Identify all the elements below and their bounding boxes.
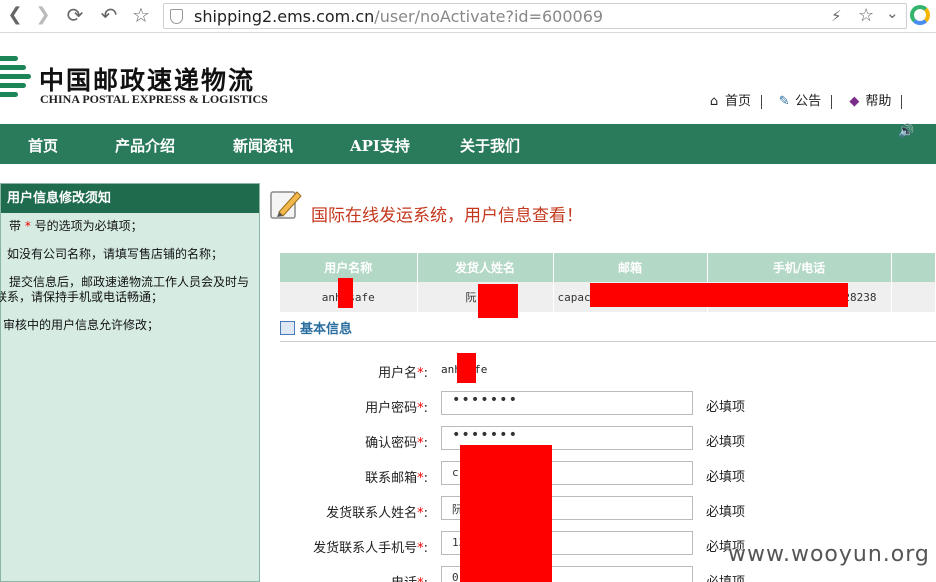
label-colon: :	[423, 541, 428, 556]
top-link-label: 首页	[725, 94, 752, 109]
undo-icon[interactable]: ↶	[98, 4, 120, 26]
top-links: ⌂ 首页 ✎ 公告 ◆ 帮助	[706, 90, 912, 109]
col-phone: 手机/电话	[707, 253, 892, 282]
form-row-username: 用户名*: anh afe	[268, 356, 936, 384]
main-content: 国际在线发运系统，用户信息查看！ 用户名称 发货人姓名 邮箱 手机/电话 anh…	[268, 183, 936, 582]
email-label: 联系邮箱*:	[365, 467, 428, 486]
col-extra	[891, 253, 936, 282]
note-text: 号的选项为必填项；	[30, 219, 143, 233]
forward-icon[interactable]: ❯	[32, 4, 54, 26]
sidebar-note-company: 如没有公司名称，请填写售店铺的名称；	[7, 247, 224, 261]
password-note: 必填项	[706, 400, 746, 415]
shield-icon	[170, 9, 183, 24]
info-book-icon	[280, 321, 295, 335]
sidebar-title: 用户信息修改须知	[1, 184, 259, 213]
form-row-password: 用户密码*: ••••••• 必填项	[268, 391, 936, 419]
sidebar-note-submit-b: 联系，请保持手机或电话畅通；	[0, 290, 164, 304]
nav-about[interactable]: 关于我们	[460, 135, 520, 156]
url-path: /user/noActivate?id=600069	[374, 7, 604, 26]
form-row-email: 联系邮箱*: c safe.com 必填项	[268, 461, 936, 489]
nav-home[interactable]: 首页	[28, 135, 58, 156]
label-text: 电话	[391, 576, 417, 582]
confirm-password-note: 必填项	[706, 435, 746, 450]
logo-english-text: CHINA POSTAL EXPRESS & LOGISTICS	[40, 92, 268, 106]
password-label: 用户密码*:	[365, 397, 428, 416]
phone-label: 电话*:	[391, 572, 428, 582]
address-bar[interactable]: shipping2.ems.com.cn/user/noActivate?id=…	[163, 3, 907, 29]
note-text: 带	[9, 219, 25, 233]
label-text: 用户密码	[365, 401, 418, 416]
back-icon[interactable]: ❮	[4, 4, 26, 26]
speaker-icon[interactable]: 🔊	[898, 124, 914, 139]
home-icon: ⌂	[709, 94, 719, 109]
label-text: 联系邮箱	[365, 471, 418, 486]
nav-products[interactable]: 产品介绍	[115, 135, 175, 156]
confirm-password-label: 确认密码*:	[365, 432, 428, 451]
nav-api[interactable]: API支持	[350, 135, 410, 156]
extension-icon[interactable]	[910, 5, 930, 25]
top-link-label: 公告	[795, 94, 822, 109]
label-colon: :	[423, 436, 428, 451]
form-row-shipper-name: 发货联系人姓名*: 阮 必填项	[268, 496, 936, 524]
top-link-home[interactable]: ⌂ 首页	[706, 90, 751, 109]
sidebar-note-review: 审核中的用户信息允许修改；	[3, 318, 160, 332]
lightning-icon[interactable]: ⚡	[831, 7, 842, 25]
bookmark-icon[interactable]: ☆	[130, 4, 152, 26]
section-divider	[280, 341, 936, 342]
sidebar-note-required: 带 * 号的选项为必填项；	[9, 217, 143, 234]
top-link-help[interactable]: ◆ 帮助	[846, 90, 891, 109]
label-text: 发货联系人姓名	[326, 506, 418, 521]
label-colon: :	[423, 366, 428, 381]
ems-logo-icon	[0, 56, 32, 102]
edit-document-icon	[270, 191, 302, 219]
star-icon[interactable]: ☆	[858, 5, 874, 26]
redaction-block	[457, 353, 476, 383]
label-colon: :	[423, 401, 428, 416]
shipper-name-note: 必填项	[706, 505, 746, 520]
redaction-block	[460, 445, 552, 582]
redaction-block	[590, 283, 848, 307]
sidebar-notice-panel: 用户信息修改须知 带 * 号的选项为必填项； 如没有公司名称，请填写售店铺的名称…	[0, 183, 260, 582]
watermark: www.wooyun.org	[728, 542, 930, 567]
url-host: shipping2.ems.com.cn	[194, 7, 375, 26]
main-nav: 首页 产品介绍 新闻资讯 API支持 关于我们	[0, 124, 936, 164]
label-text: 确认密码	[365, 436, 418, 451]
redaction-block	[478, 284, 518, 318]
form-row-phone: 电话*: 0 必填项	[268, 566, 936, 582]
table-header-row: 用户名称 发货人姓名 邮箱 手机/电话	[280, 253, 936, 282]
redaction-block	[338, 278, 353, 308]
help-book-icon: ◆	[849, 94, 860, 109]
shipper-name-label: 发货联系人姓名*:	[326, 502, 428, 521]
cell-extra	[891, 282, 936, 312]
email-note: 必填项	[706, 470, 746, 485]
label-text: 用户名	[378, 366, 418, 381]
username-label: 用户名*:	[378, 362, 428, 381]
label-text: 发货联系人手机号	[313, 541, 418, 556]
notice-icon: ✎	[778, 94, 790, 109]
page-title: 国际在线发运系统，用户信息查看！	[311, 206, 583, 226]
section-basic-info: 基本信息	[280, 318, 352, 337]
url-text[interactable]: shipping2.ems.com.cn/user/noActivate?id=…	[194, 7, 603, 26]
reload-icon[interactable]: ⟳	[64, 4, 86, 26]
top-link-label: 帮助	[865, 94, 892, 109]
section-title: 基本信息	[300, 322, 353, 337]
browser-toolbar: ❮ ❯ ⟳ ↶ ☆ shipping2.ems.com.cn/user/noAc…	[0, 0, 936, 33]
nav-news[interactable]: 新闻资讯	[233, 135, 293, 156]
label-colon: :	[423, 506, 428, 521]
col-email: 邮箱	[553, 253, 708, 282]
chevron-down-icon[interactable]: ⌄	[886, 4, 899, 22]
phone-note: 必填项	[706, 571, 745, 582]
label-colon: :	[423, 471, 428, 486]
password-input[interactable]: •••••••	[441, 391, 693, 415]
shipper-mobile-label: 发货联系人手机号*:	[313, 537, 428, 556]
col-shipper-name: 发货人姓名	[417, 253, 554, 282]
form-row-confirm-password: 确认密码*: ••••••• 必填项	[268, 426, 936, 454]
top-link-notice[interactable]: ✎ 公告	[776, 90, 821, 109]
label-colon: :	[424, 576, 428, 582]
